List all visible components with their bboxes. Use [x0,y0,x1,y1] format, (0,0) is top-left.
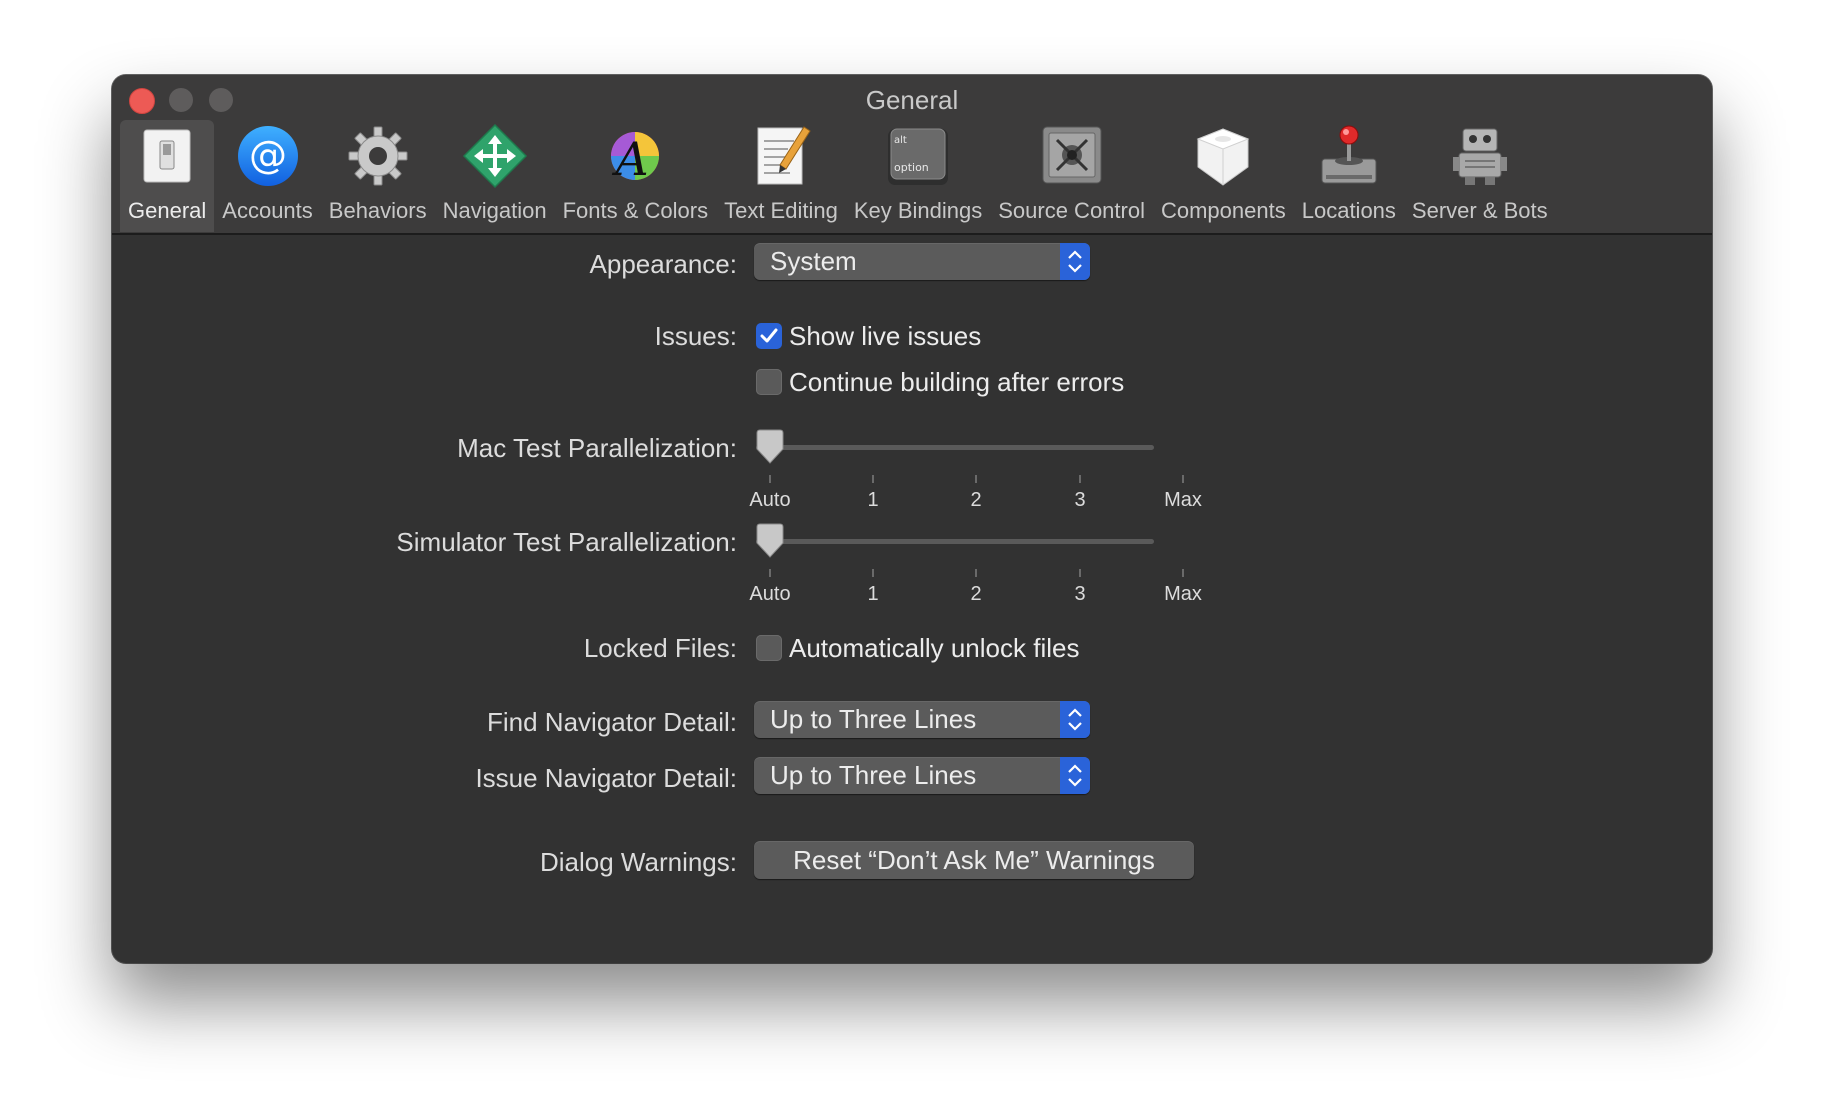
dialog-warnings-label: Dialog Warnings: [539,847,737,877]
robot-icon [1452,128,1507,185]
gear-icon [348,126,408,186]
tick-label: 3 [1074,583,1086,605]
tab-label: Behaviors [328,198,427,223]
tab-server-bots[interactable]: Server & Bots [1404,120,1556,232]
reset-warnings-button[interactable]: Reset “Don’t Ask Me” Warnings [754,841,1194,879]
find-navigator-detail-popup[interactable]: Up to Three Lines [754,701,1090,738]
tab-label: Text Editing [724,198,838,223]
popup-value: Up to Three Lines [770,704,977,734]
option-key-icon: alt option [888,128,949,185]
issue-navigator-detail-label: Issue Navigator Detail: [475,763,737,793]
tab-label: Components [1160,198,1286,223]
tick-label: Auto [749,583,791,605]
show-live-issues-label[interactable]: Show live issues [789,321,981,352]
mac-parallelization-slider-thumb[interactable] [754,429,786,465]
tab-accounts[interactable]: @ Accounts [214,120,321,232]
tab-label: Key Bindings [853,198,983,223]
tab-label: Locations [1301,198,1396,223]
general-settings-pane: Appearance: System Issues: Show live iss… [112,235,1712,963]
issues-label: Issues: [654,321,737,351]
joystick-drive-icon [1321,125,1377,184]
tick-label: 2 [970,583,982,605]
svg-text:alt: alt [894,135,907,146]
window-title: General [865,85,959,115]
title-bar: General General @ Accounts Behaviors Nav… [112,75,1712,235]
appearance-popup[interactable]: System [754,243,1090,280]
slider-tick [1182,569,1184,577]
simulator-parallelization-label: Simulator Test Parallelization: [396,527,737,557]
chevron-up-down-icon [1060,701,1090,738]
mac-parallelization-slider[interactable] [756,445,1154,450]
switch-icon [143,129,191,183]
simulator-parallelization-slider[interactable] [756,539,1154,544]
navigation-arrows-icon [462,123,527,189]
slider-tick [769,569,771,577]
tab-locations[interactable]: Locations [1294,120,1404,232]
tab-label: General [128,198,207,223]
checkmark-icon [760,328,778,343]
chevron-up-down-icon [1060,243,1090,280]
simulator-parallelization-slider-thumb[interactable] [754,523,786,559]
continue-building-label[interactable]: Continue building after errors [789,367,1124,398]
continue-building-checkbox[interactable] [756,369,782,395]
chevron-up-down-icon [1060,757,1090,794]
tab-navigation[interactable]: Navigation [435,120,555,232]
tab-fonts-colors[interactable]: A Fonts & Colors [555,120,717,232]
find-navigator-detail-label: Find Navigator Detail: [487,707,737,737]
tab-general[interactable]: General [120,120,215,232]
appearance-label: Appearance: [589,249,737,279]
tab-text-editing[interactable]: Text Editing [716,120,846,232]
slider-tick [1182,475,1184,483]
slider-tick [975,475,977,483]
tab-label: Fonts & Colors [562,198,709,223]
tab-source-control[interactable]: Source Control [990,120,1153,232]
at-sign-icon: @ [237,126,298,186]
popup-value: Up to Three Lines [770,760,977,790]
slider-tick [1079,475,1081,483]
mac-parallelization-label: Mac Test Parallelization: [457,433,737,463]
tab-label: Accounts [222,198,313,223]
pencil-document-icon [757,126,811,185]
tab-label: Source Control [998,198,1145,223]
slider-tick [872,569,874,577]
svg-text:@: @ [249,133,287,177]
tab-label: Server & Bots [1411,198,1548,223]
slider-tick [872,475,874,483]
tick-label: Max [1164,583,1202,605]
auto-unlock-checkbox[interactable] [756,635,782,661]
slider-tick [1079,569,1081,577]
issue-navigator-detail-popup[interactable]: Up to Three Lines [754,757,1090,794]
tick-label: 2 [970,489,982,511]
svg-text:option: option [894,161,929,174]
auto-unlock-label[interactable]: Automatically unlock files [789,633,1079,664]
tick-label: 1 [867,489,879,511]
tab-components[interactable]: Components [1153,120,1294,232]
locked-files-label: Locked Files: [583,633,737,663]
slider-tick [975,569,977,577]
tick-label: 1 [867,583,879,605]
tab-key-bindings[interactable]: alt option Key Bindings [846,120,990,232]
preferences-toolbar: General @ Accounts Behaviors Navigation … [120,120,1556,232]
preferences-window: General General @ Accounts Behaviors Nav… [112,75,1712,963]
tick-label: Auto [749,489,791,511]
show-live-issues-checkbox[interactable] [756,323,782,349]
color-wheel-font-icon: A [611,132,660,186]
vault-icon [1042,126,1102,184]
tab-label: Navigation [442,198,547,223]
tab-behaviors[interactable]: Behaviors [321,120,435,232]
slider-tick [769,475,771,483]
tick-label: 3 [1074,489,1086,511]
popup-value: System [770,246,857,276]
tick-label: Max [1164,489,1202,511]
component-box-icon [1197,128,1250,186]
svg-text:A: A [612,132,649,186]
